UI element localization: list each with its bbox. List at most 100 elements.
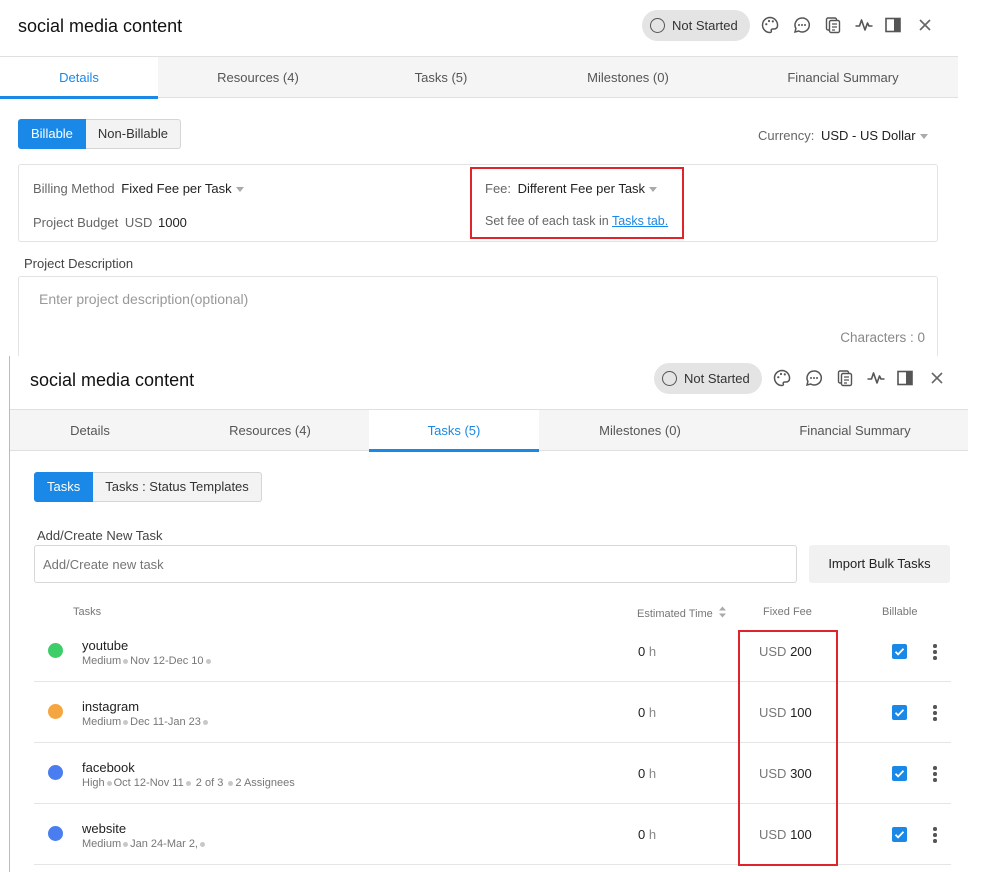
- task-assignees[interactable]: 2 Assignees: [235, 777, 294, 789]
- priority-color-dot: [48, 826, 63, 841]
- task-priority: Medium: [82, 716, 122, 728]
- time-value: 0: [638, 644, 646, 659]
- billable-checkbox[interactable]: [892, 766, 907, 781]
- currency-value: USD - US Dollar: [820, 128, 916, 143]
- chat-icon[interactable]: [792, 15, 812, 35]
- task-meta: Medium Nov 12-Dec 10: [82, 655, 213, 667]
- description-placeholder: Enter project description(optional): [39, 291, 249, 307]
- project-budget-label: Project Budget: [33, 215, 119, 230]
- separator-dot-icon: [123, 658, 129, 664]
- estimated-time[interactable]: 0 h: [638, 827, 656, 842]
- project-budget-value: 1000: [157, 215, 187, 230]
- details-panel: social media content Not Started Details…: [0, 0, 958, 358]
- column-header-billable: Billable: [882, 606, 918, 618]
- non-billable-option[interactable]: Non-Billable: [85, 119, 182, 149]
- billable-checkbox[interactable]: [892, 827, 907, 842]
- task-priority: Medium: [82, 655, 122, 667]
- tab-milestones[interactable]: Milestones (0): [549, 57, 707, 98]
- tab-bar: Details Resources (4) Tasks (5) Mileston…: [0, 56, 958, 99]
- priority-color-dot: [48, 643, 63, 658]
- task-priority: Medium: [82, 838, 122, 850]
- task-meta: High Oct 12-Nov 11 2 of 3 2 Assignees: [82, 777, 295, 789]
- more-options-icon[interactable]: [933, 766, 937, 782]
- estimated-time[interactable]: 0 h: [638, 644, 656, 659]
- status-templates-option[interactable]: Tasks : Status Templates: [93, 472, 262, 502]
- split-view-icon[interactable]: [883, 15, 903, 35]
- new-task-input[interactable]: [34, 545, 797, 583]
- copy-icon[interactable]: [823, 15, 843, 35]
- column-header-estimated-time[interactable]: Estimated Time: [637, 606, 727, 621]
- chevron-down-icon: [919, 134, 928, 140]
- tab-resources[interactable]: Resources (4): [180, 57, 336, 98]
- tab-details[interactable]: Details: [10, 410, 170, 451]
- billing-method-value: Fixed Fee per Task: [121, 181, 232, 196]
- activity-icon[interactable]: [866, 368, 886, 388]
- status-label: Not Started: [672, 18, 738, 33]
- separator-dot-icon: [123, 719, 129, 725]
- status-circle-icon: [662, 371, 677, 386]
- column-header-fixed-fee: Fixed Fee: [763, 606, 812, 618]
- project-budget-currency: USD: [124, 215, 153, 230]
- estimated-time[interactable]: 0 h: [638, 705, 656, 720]
- close-icon[interactable]: [915, 15, 935, 35]
- billable-checkbox[interactable]: [892, 644, 907, 659]
- task-priority: High: [82, 777, 105, 789]
- priority-color-dot: [48, 765, 63, 780]
- new-task-label: Add/Create New Task: [37, 528, 163, 543]
- tab-details[interactable]: Details: [0, 57, 158, 99]
- tab-financial-summary[interactable]: Financial Summary: [755, 57, 931, 98]
- project-budget-field[interactable]: Project Budget USD 1000: [33, 215, 187, 230]
- tab-milestones[interactable]: Milestones (0): [561, 410, 719, 451]
- activity-icon[interactable]: [854, 15, 874, 35]
- close-icon[interactable]: [927, 368, 947, 388]
- billable-option[interactable]: Billable: [18, 119, 86, 149]
- more-options-icon[interactable]: [933, 827, 937, 843]
- status-button[interactable]: Not Started: [642, 10, 750, 41]
- palette-icon[interactable]: [760, 15, 780, 35]
- copy-icon[interactable]: [835, 368, 855, 388]
- status-button[interactable]: Not Started: [654, 363, 762, 394]
- panel-header: social media content Not Started: [10, 356, 968, 412]
- separator-dot-icon: [185, 780, 191, 786]
- column-header-tasks: Tasks: [73, 606, 102, 618]
- time-unit: h: [648, 827, 657, 842]
- tab-tasks[interactable]: Tasks (5): [363, 57, 519, 98]
- separator-dot-icon: [228, 780, 234, 786]
- description-label: Project Description: [24, 256, 134, 271]
- tab-tasks[interactable]: Tasks (5): [369, 410, 539, 452]
- sort-icon[interactable]: [718, 606, 727, 621]
- tab-financial-summary[interactable]: Financial Summary: [767, 410, 943, 451]
- task-name[interactable]: instagram: [82, 699, 139, 714]
- import-bulk-tasks-button[interactable]: Import Bulk Tasks: [809, 545, 950, 583]
- task-dates: Dec 11-Jan 23: [130, 716, 201, 728]
- chat-icon[interactable]: [804, 368, 824, 388]
- tasks-option[interactable]: Tasks: [34, 472, 94, 502]
- tasks-panel: social media content Not Started Details…: [9, 356, 968, 872]
- tab-resources[interactable]: Resources (4): [192, 410, 348, 451]
- panel-header: social media content Not Started: [0, 0, 958, 56]
- task-name[interactable]: website: [82, 821, 126, 836]
- tab-bar: Details Resources (4) Tasks (5) Mileston…: [10, 409, 968, 452]
- split-view-icon[interactable]: [895, 368, 915, 388]
- time-unit: h: [648, 644, 657, 659]
- currency-selector[interactable]: Currency: USD - US Dollar: [758, 128, 928, 143]
- project-title: social media content: [30, 370, 195, 390]
- character-count: Characters : 0: [840, 330, 925, 345]
- palette-icon[interactable]: [772, 368, 792, 388]
- time-unit: h: [648, 766, 657, 781]
- fee-highlight-box: [470, 167, 684, 239]
- billable-checkbox[interactable]: [892, 705, 907, 720]
- estimated-time[interactable]: 0 h: [638, 766, 656, 781]
- task-name[interactable]: youtube: [82, 638, 128, 653]
- separator-dot-icon: [200, 841, 205, 847]
- task-name[interactable]: facebook: [82, 760, 135, 775]
- billing-method-field[interactable]: Billing Method Fixed Fee per Task: [33, 181, 244, 196]
- description-textarea[interactable]: Enter project description(optional) Char…: [18, 276, 938, 358]
- time-unit: h: [648, 705, 657, 720]
- subtask-progress: 2 of 3: [195, 777, 224, 789]
- more-options-icon[interactable]: [933, 705, 937, 721]
- time-value: 0: [638, 827, 646, 842]
- separator-dot-icon: [205, 658, 211, 664]
- more-options-icon[interactable]: [933, 644, 937, 660]
- billing-toggle: Billable Non-Billable: [18, 119, 182, 149]
